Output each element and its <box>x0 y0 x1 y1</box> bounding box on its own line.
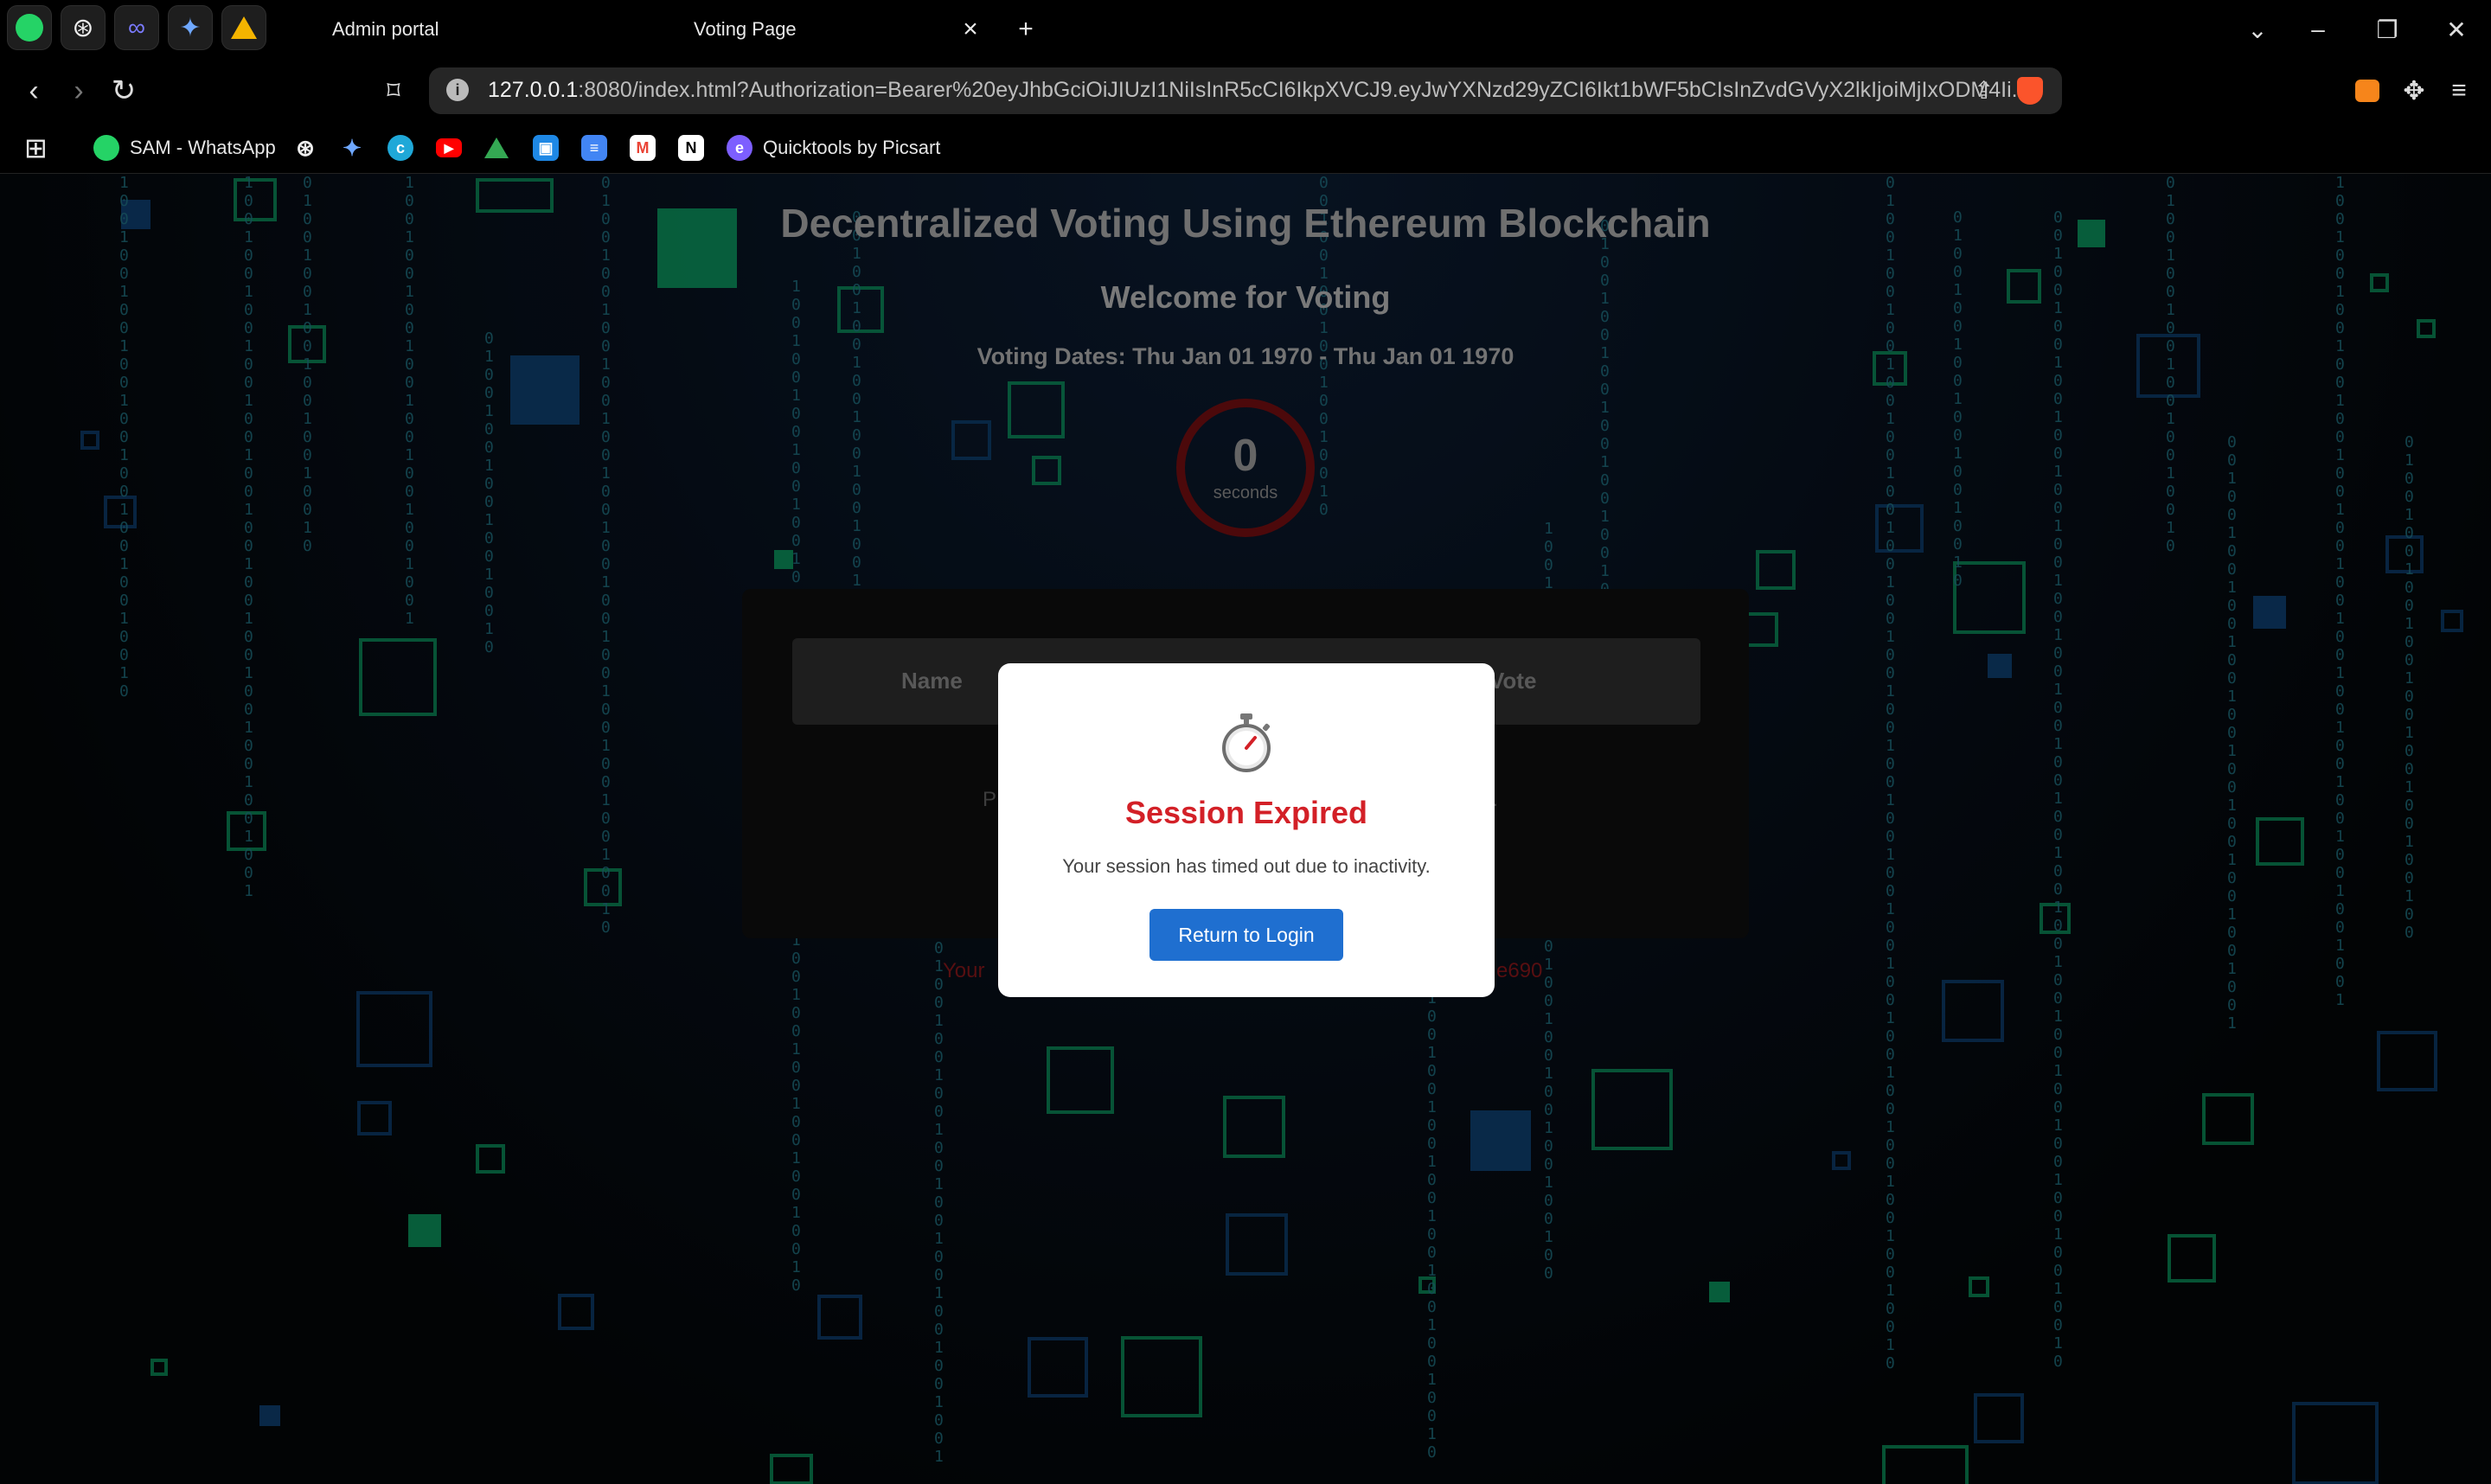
bookmark-picsart[interactable]: e Quicktools by Picsart <box>727 130 940 166</box>
extensions-icon[interactable]: ✥ <box>2392 69 2436 112</box>
google-drive-icon <box>484 138 509 158</box>
google-docs-icon: ≡ <box>581 135 607 161</box>
bookmark-docs[interactable]: ≡ <box>581 130 607 166</box>
modal-title: Session Expired <box>1124 795 1368 830</box>
back-icon[interactable]: ‹ <box>12 69 55 112</box>
gmail-icon: M <box>630 135 656 161</box>
window-close-icon[interactable]: ✕ <box>2430 9 2482 50</box>
pinned-tab-chatgpt[interactable]: ⊛ <box>61 5 106 50</box>
tab-label: Admin portal <box>332 18 439 40</box>
site-info-icon[interactable]: i <box>446 79 469 101</box>
chevron-down-icon[interactable]: ⌄ <box>2232 9 2283 50</box>
bookmark-youtube[interactable]: ▶ <box>436 130 462 166</box>
pinned-tab-drive[interactable] <box>221 5 266 50</box>
address-bar[interactable]: i 127.0.0.1:8080/index.html?Authorizatio… <box>429 67 2062 114</box>
bookmark-icon[interactable]: ⌑ <box>372 69 415 112</box>
bookmark-canva[interactable]: c <box>387 130 413 166</box>
tab-label: Voting Page <box>694 18 797 40</box>
canva-icon: c <box>387 135 413 161</box>
app-icon: ∞ <box>128 14 145 41</box>
whatsapp-icon <box>93 135 119 161</box>
bookmarks-bar: ⊞ SAM - WhatsApp ⊛ ✦ c ▶ ▣ ≡ M N e Quick… <box>0 123 2491 174</box>
restore-icon[interactable]: ❐ <box>2361 9 2413 50</box>
bookmark-chatgpt[interactable]: ⊛ <box>292 130 318 166</box>
gemini-icon: ✦ <box>179 13 202 42</box>
forward-icon[interactable]: › <box>57 69 100 112</box>
navigation-bar: ‹ › ↻ ⌑ i 127.0.0.1:8080/index.html?Auth… <box>0 59 2491 123</box>
picsart-icon: e <box>727 135 752 161</box>
pinned-tab-whatsapp[interactable] <box>7 5 52 50</box>
apps-grid-icon[interactable]: ⊞ <box>24 130 48 166</box>
return-to-login-button[interactable]: Return to Login <box>1149 909 1343 961</box>
metamask-icon[interactable] <box>2346 69 2389 112</box>
session-expired-modal: Session Expired Your session has timed o… <box>998 663 1495 997</box>
close-icon[interactable]: × <box>953 10 988 48</box>
google-drive-icon <box>231 16 257 39</box>
chatgpt-icon: ⊛ <box>72 13 94 42</box>
modal-message: Your session has timed out due to inacti… <box>1062 855 1431 877</box>
bookmark-notion[interactable]: N <box>678 130 704 166</box>
voting-page: 10010010010010010010010010010 10010010010… <box>0 174 2491 1484</box>
bookmark-whatsapp[interactable]: SAM - WhatsApp <box>93 130 276 166</box>
minimize-icon[interactable]: – <box>2292 9 2344 50</box>
chatgpt-icon: ⊛ <box>296 134 315 161</box>
notion-icon: N <box>678 135 704 161</box>
brave-shield-icon[interactable] <box>2017 77 2043 105</box>
bookmark-classroom[interactable]: ▣ <box>533 130 559 166</box>
tab-admin-portal[interactable]: Admin portal <box>291 5 585 54</box>
menu-icon[interactable]: ≡ <box>2437 69 2481 112</box>
pinned-tab-gemini[interactable]: ✦ <box>168 5 213 50</box>
url-text: 127.0.0.1:8080/index.html?Authorization=… <box>488 78 2030 102</box>
stopwatch-icon <box>1222 713 1271 772</box>
share-icon[interactable]: ⇪ <box>1974 76 1994 105</box>
plus-icon[interactable]: + <box>1009 10 1043 48</box>
youtube-icon: ▶ <box>436 138 462 157</box>
pinned-tab-app[interactable]: ∞ <box>114 5 159 50</box>
bookmark-gemini[interactable]: ✦ <box>339 130 365 166</box>
reload-icon[interactable]: ↻ <box>102 69 145 112</box>
tab-voting-page[interactable]: Voting Page <box>619 5 983 54</box>
google-classroom-icon: ▣ <box>533 135 559 161</box>
bookmark-drive[interactable] <box>484 130 509 166</box>
tab-bar: ⊛ ∞ ✦ Admin portal Voting Page × + ⌄ – ❐… <box>0 0 2491 59</box>
bookmark-gmail[interactable]: M <box>630 130 656 166</box>
gemini-icon: ✦ <box>343 134 362 161</box>
whatsapp-icon <box>16 14 43 42</box>
